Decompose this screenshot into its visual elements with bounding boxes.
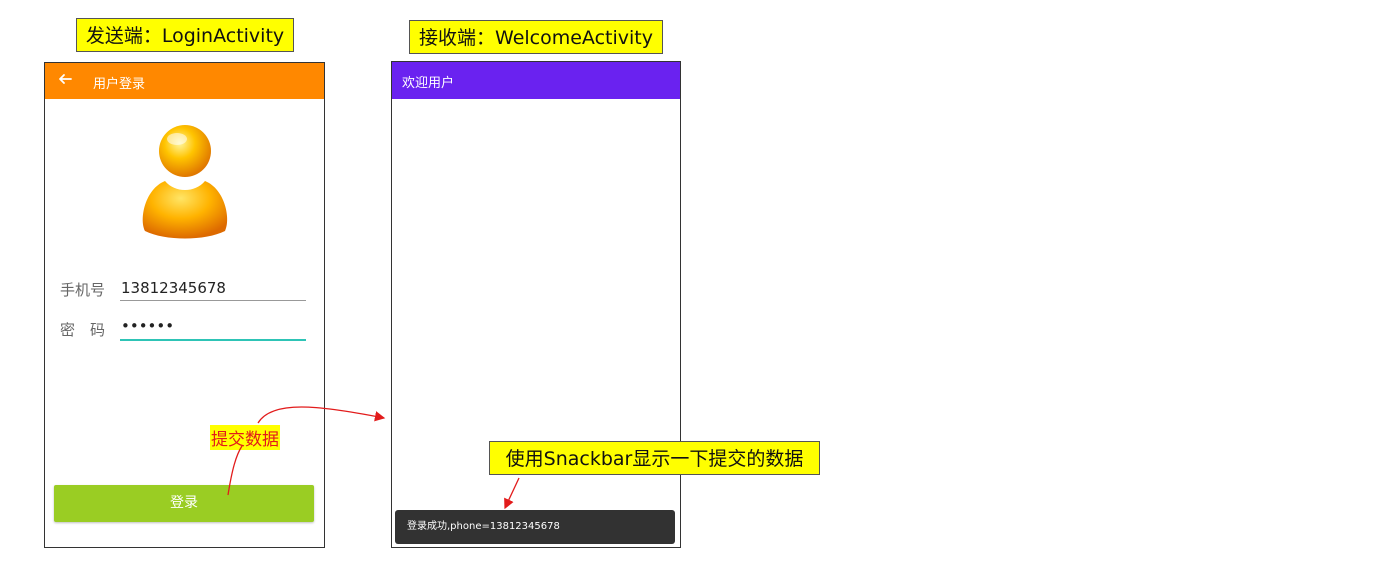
- user-avatar-icon: [142, 125, 228, 239]
- phone-underline: [120, 300, 306, 301]
- sender-appbar-title: 用户登录: [93, 77, 146, 92]
- password-underline: [120, 339, 306, 341]
- phone-input[interactable]: 13812345678: [121, 279, 226, 297]
- submit-data-label: 提交数据: [210, 425, 280, 450]
- password-input[interactable]: ••••••: [121, 317, 174, 335]
- receiver-callout: 接收端：WelcomeActivity: [409, 20, 663, 54]
- sender-screen: 用户登录 手机号 13812345678 密 码 •••••• 登录: [44, 62, 325, 548]
- arrow-left-icon[interactable]: [57, 71, 73, 87]
- sender-appbar: 用户登录: [45, 63, 324, 99]
- snackbar: 登录成功,phone=13812345678: [395, 510, 675, 544]
- receiver-appbar: 欢迎用户: [392, 62, 680, 99]
- password-label: 密 码: [60, 321, 106, 339]
- phone-label: 手机号: [60, 281, 106, 299]
- sender-callout: 发送端：LoginActivity: [76, 18, 294, 52]
- receiver-appbar-title: 欢迎用户: [402, 76, 455, 91]
- login-button[interactable]: 登录: [54, 485, 314, 522]
- snackbar-callout: 使用Snackbar显示一下提交的数据: [489, 441, 820, 475]
